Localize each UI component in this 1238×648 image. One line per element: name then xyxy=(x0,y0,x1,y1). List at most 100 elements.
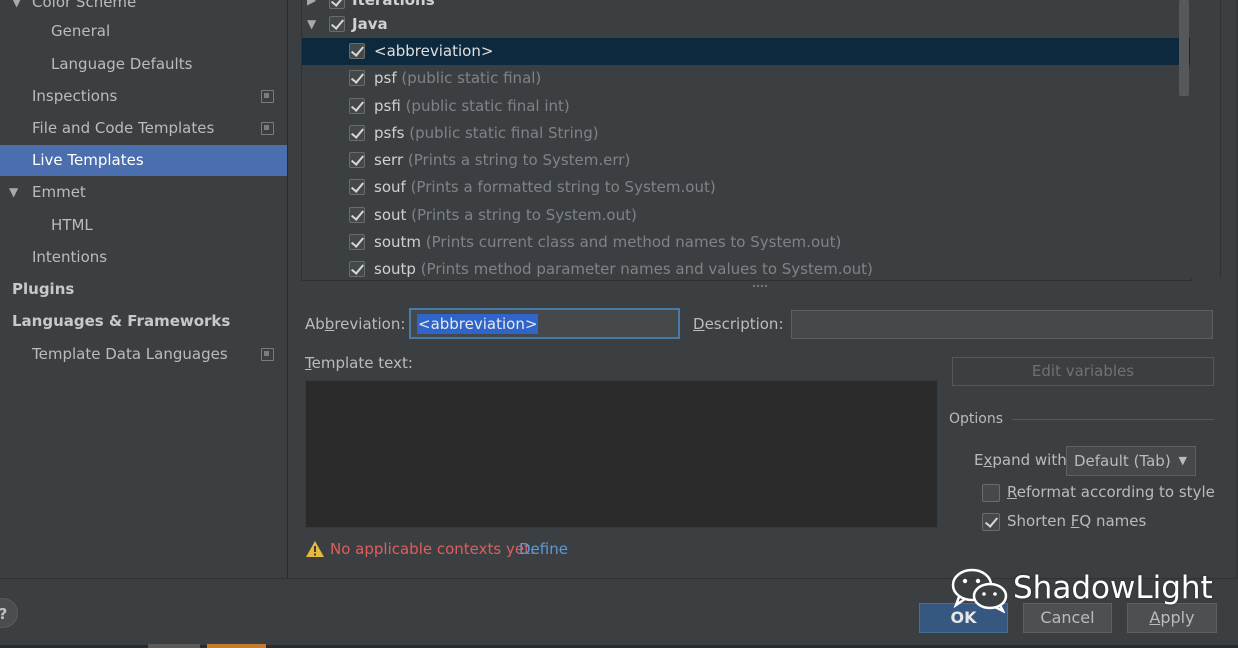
sidebar-item-general[interactable]: General xyxy=(0,16,287,47)
template-name: serr xyxy=(374,151,404,169)
define-context-link[interactable]: Define xyxy=(519,540,568,558)
options-title: Options xyxy=(949,411,1004,427)
taskbar-item[interactable] xyxy=(148,644,200,648)
template-name: souf xyxy=(374,178,406,196)
sidebar-divider xyxy=(287,0,288,578)
edit-variables-button[interactable]: Edit variables xyxy=(952,357,1214,386)
template-checkbox[interactable] xyxy=(349,179,365,195)
sidebar-item-label: Language Defaults xyxy=(51,55,193,73)
template-text-label: Template text: xyxy=(305,354,413,372)
group-label: Java xyxy=(352,15,388,33)
expand-with-select[interactable]: Default (Tab) ▼ xyxy=(1066,446,1196,476)
template-checkbox[interactable] xyxy=(349,70,365,86)
template-description: (Prints current class and method names t… xyxy=(425,233,842,251)
project-settings-icon xyxy=(261,90,274,103)
template-name: psf xyxy=(374,69,397,87)
template-name: <abbreviation> xyxy=(374,42,494,60)
sidebar-item-languages-frameworks[interactable]: Languages & Frameworks xyxy=(0,306,287,337)
template-checkbox[interactable] xyxy=(349,43,365,59)
template-text-editor[interactable] xyxy=(305,380,938,528)
help-button[interactable]: ? xyxy=(0,598,18,628)
live-templates-tree[interactable]: ▶ Iterations ▼ Java <abbreviation> psf (… xyxy=(301,0,1192,281)
sidebar-item-label: Template Data Languages xyxy=(32,345,228,363)
cancel-button[interactable]: Cancel xyxy=(1023,603,1112,633)
template-row[interactable]: soutm (Prints current class and method n… xyxy=(302,229,1191,256)
sidebar-item-file-and-code-templates[interactable]: File and Code Templates xyxy=(0,113,287,144)
template-name: psfs xyxy=(374,124,405,142)
watermark-text: ShadowLight xyxy=(1013,570,1213,606)
template-description: (Prints a formatted string to System.out… xyxy=(410,178,716,196)
shorten-fq-label[interactable]: Shorten FQ names xyxy=(1007,512,1146,530)
collapse-arrow-icon[interactable]: ▼ xyxy=(9,177,18,208)
splitter-handle[interactable] xyxy=(752,281,768,287)
sidebar-item-label: File and Code Templates xyxy=(32,119,215,137)
tree-toolbar-gutter xyxy=(1190,0,1221,278)
sidebar-item-label: Emmet xyxy=(32,183,86,201)
template-description: (Prints a string to System.err) xyxy=(407,151,631,169)
template-checkbox[interactable] xyxy=(349,125,365,141)
sidebar-item-live-templates[interactable]: Live Templates xyxy=(0,145,287,176)
wechat-logo-icon xyxy=(951,568,1008,613)
template-row[interactable]: souf (Prints a formatted string to Syste… xyxy=(302,174,1191,201)
description-label: Description: xyxy=(693,315,784,333)
template-checkbox[interactable] xyxy=(349,207,365,223)
shorten-fq-checkbox[interactable] xyxy=(982,513,1000,531)
template-description: (Prints method parameter names and value… xyxy=(420,260,873,278)
abbreviation-label: Abbreviation: xyxy=(305,315,406,333)
sidebar-item-plugins[interactable]: Plugins xyxy=(0,274,287,305)
expand-with-label: Expand with xyxy=(974,451,1067,469)
options-separator xyxy=(1012,419,1214,420)
sidebar-item-language-defaults[interactable]: Language Defaults xyxy=(0,49,287,80)
template-checkbox[interactable] xyxy=(349,98,365,114)
template-name: soutm xyxy=(374,233,421,251)
template-row[interactable]: soutp (Prints method parameter names and… xyxy=(302,256,1191,280)
expand-with-value: Default (Tab) xyxy=(1074,452,1171,470)
template-row[interactable]: psf (public static final) xyxy=(302,65,1191,92)
template-row[interactable]: serr (Prints a string to System.err) xyxy=(302,147,1191,174)
template-row[interactable]: sout (Prints a string to System.out) xyxy=(302,202,1191,229)
project-settings-icon xyxy=(261,348,274,361)
abbreviation-value: <abbreviation> xyxy=(417,314,539,334)
template-name: psfi xyxy=(374,97,401,115)
template-row[interactable]: psfi (public static final int) xyxy=(302,93,1191,120)
template-checkbox[interactable] xyxy=(349,234,365,250)
project-settings-icon xyxy=(261,122,274,135)
sidebar-item-label: Inspections xyxy=(32,87,118,105)
sidebar-item-label: Live Templates xyxy=(32,151,144,169)
collapse-arrow-icon[interactable]: ▼ xyxy=(307,11,316,38)
sidebar-item-label: Plugins xyxy=(12,280,75,298)
sidebar-item-intentions[interactable]: Intentions xyxy=(0,242,287,273)
sidebar-item-inspections[interactable]: Inspections xyxy=(0,81,287,112)
sidebar-item-label: General xyxy=(51,22,111,40)
template-name: soutp xyxy=(374,260,416,278)
template-checkbox[interactable] xyxy=(349,261,365,277)
template-name: sout xyxy=(374,206,407,224)
sidebar-item-label: Intentions xyxy=(32,248,108,266)
reformat-label[interactable]: Reformat according to style xyxy=(1007,483,1215,501)
group-checkbox[interactable] xyxy=(329,0,345,9)
template-description: (public static final int) xyxy=(405,97,570,115)
template-description: (public static final) xyxy=(401,69,542,87)
template-row[interactable]: <abbreviation> xyxy=(302,38,1191,65)
taskbar-item-active[interactable] xyxy=(207,644,266,648)
template-description: (Prints a string to System.out) xyxy=(411,206,637,224)
template-checkbox[interactable] xyxy=(349,152,365,168)
reformat-checkbox[interactable] xyxy=(982,484,1000,502)
group-checkbox[interactable] xyxy=(329,16,345,32)
sidebar-item-label: HTML xyxy=(51,216,93,234)
chevron-down-icon: ▼ xyxy=(1178,454,1187,467)
sidebar-item-template-data-languages[interactable]: Template Data Languages xyxy=(0,339,287,370)
settings-sidebar: ▼ Color Scheme General Language Defaults… xyxy=(0,0,287,578)
template-row[interactable]: psfs (public static final String) xyxy=(302,120,1191,147)
sidebar-item-emmet[interactable]: ▼ Emmet xyxy=(0,177,287,208)
description-input[interactable] xyxy=(791,310,1213,339)
sidebar-item-html[interactable]: HTML xyxy=(0,210,287,241)
sidebar-item-label: Languages & Frameworks xyxy=(12,312,231,330)
template-group-java[interactable]: ▼ Java xyxy=(302,11,1191,38)
apply-button[interactable]: Apply xyxy=(1127,603,1217,633)
template-description: (public static final String) xyxy=(409,124,599,142)
abbreviation-input[interactable]: <abbreviation> xyxy=(409,308,680,339)
no-contexts-warning: No applicable contexts yet. xyxy=(330,540,535,558)
warning-icon xyxy=(306,541,324,557)
tree-scrollbar-thumb[interactable] xyxy=(1179,0,1189,96)
